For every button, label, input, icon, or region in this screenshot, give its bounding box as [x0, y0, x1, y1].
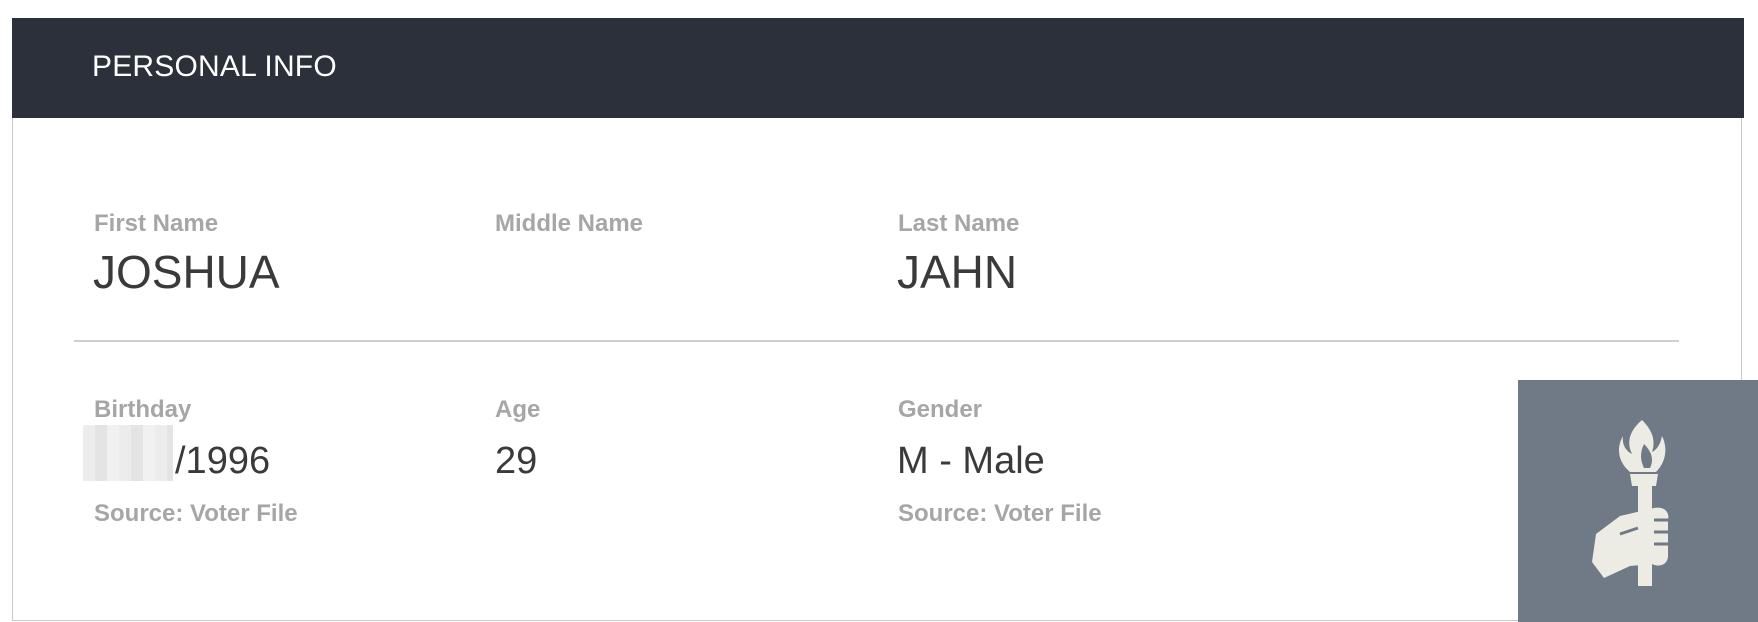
last-name-label: Last Name — [898, 210, 1020, 237]
birthday-redaction — [83, 425, 173, 481]
gender-label: Gender — [898, 396, 983, 423]
first-name-label: First Name — [94, 210, 219, 237]
last-name-value: JAHN — [897, 246, 1018, 298]
age-label: Age — [495, 396, 541, 423]
gender-source: Source: Voter File — [898, 500, 1102, 527]
card-title: PERSONAL INFO — [92, 50, 337, 83]
personal-info-card: PERSONAL INFO First Name JOSHUA Middle N… — [12, 18, 1744, 621]
torch-badge — [1518, 380, 1758, 622]
section-divider — [74, 340, 1679, 342]
birthday-value: /1996 — [175, 440, 271, 482]
birthday-label: Birthday — [94, 396, 192, 423]
middle-name-label: Middle Name — [495, 210, 644, 237]
gender-value: M - Male — [897, 440, 1045, 482]
first-name-value: JOSHUA — [93, 246, 280, 298]
card-header: PERSONAL INFO — [12, 18, 1744, 118]
age-value: 29 — [495, 440, 538, 482]
birthday-source: Source: Voter File — [94, 500, 298, 527]
